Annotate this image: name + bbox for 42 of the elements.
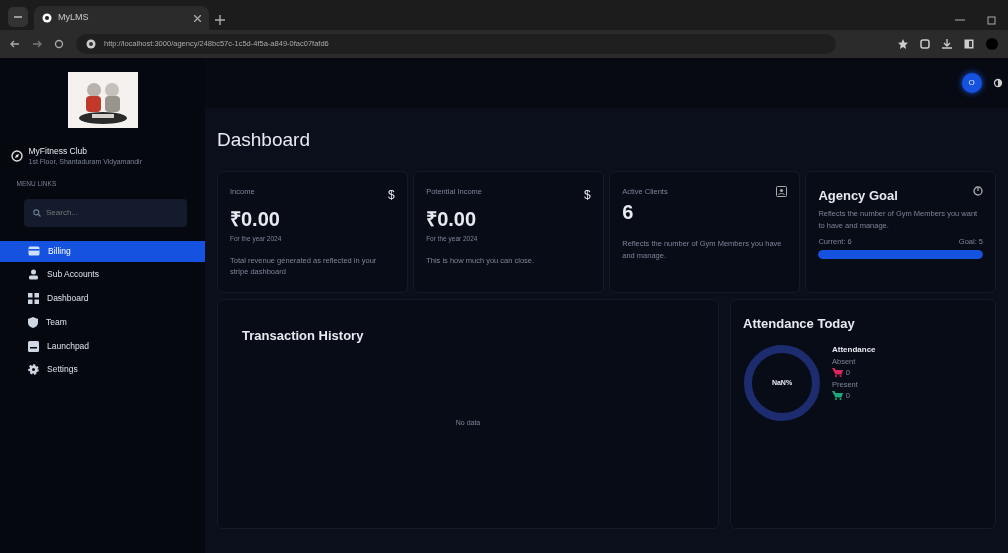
star-icon[interactable] — [898, 39, 908, 49]
card-icon — [28, 246, 40, 256]
shield-icon — [28, 316, 38, 328]
extension-icon[interactable] — [920, 39, 930, 49]
sidebar-item[interactable]: Settings — [0, 359, 205, 381]
stat-value: ₹0.00 — [230, 207, 281, 232]
card-title: Agency Goal — [818, 187, 898, 205]
browser-tab[interactable]: MyLMS — [34, 6, 209, 30]
dollar-symbol: $ — [584, 187, 591, 204]
search-icon — [33, 208, 41, 217]
dollar-symbol: $ — [387, 187, 395, 204]
back-icon[interactable] — [10, 39, 20, 49]
site-icon — [42, 13, 52, 23]
contact-card-icon — [775, 186, 787, 197]
grid-icon — [28, 293, 39, 304]
sidebar-toggle-icon[interactable] — [964, 39, 974, 49]
tab-menu-icon[interactable] — [8, 7, 28, 28]
forward-icon[interactable] — [32, 39, 42, 49]
restore-icon[interactable] — [987, 14, 997, 25]
stat-value: ₹0.00 — [426, 207, 478, 232]
club-name: MyFitness Club — [28, 144, 89, 158]
person-icon — [28, 269, 39, 281]
sidebar-item[interactable]: Sub Accounts — [0, 264, 205, 286]
site-info-icon — [86, 39, 96, 49]
close-icon[interactable] — [194, 14, 201, 22]
sidebar-item[interactable]: Dashboard — [0, 288, 205, 309]
download-icon[interactable] — [942, 39, 952, 49]
avatar[interactable]: O — [961, 73, 982, 93]
gear-icon — [28, 364, 39, 376]
page-title: Dashboard — [217, 128, 311, 152]
sidebar-item[interactable]: Launchpad — [0, 335, 205, 357]
stat-value: 6 — [622, 200, 635, 226]
sidebar-item[interactable]: Billing — [0, 240, 205, 262]
card-title: Attendance Today — [743, 314, 856, 333]
search-field[interactable]: Search... — [24, 198, 187, 227]
compass-icon — [11, 150, 23, 163]
board-icon — [28, 340, 39, 352]
theme-toggle-icon[interactable] — [992, 78, 1003, 88]
card-title: Transaction History — [242, 326, 365, 345]
new-tab-icon[interactable] — [215, 14, 225, 25]
sidebar-item[interactable]: Team — [0, 311, 205, 333]
legend-title: Attendance — [832, 344, 876, 356]
